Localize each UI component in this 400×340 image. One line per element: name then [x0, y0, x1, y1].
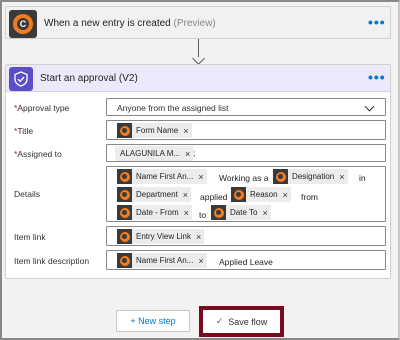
- approval-type-dropdown[interactable]: Anyone from the assigned list: [106, 98, 386, 116]
- approval-type-value: Anyone from the assigned list: [117, 103, 229, 113]
- save-flow-label: Save flow: [228, 316, 268, 327]
- assigned-to-label: *Assigned to: [14, 149, 62, 159]
- item-link-description-field[interactable]: Name First An... × Applied Leave: [106, 250, 386, 270]
- token-designation[interactable]: Designation ×: [273, 169, 348, 184]
- app-logo-icon: [211, 205, 226, 220]
- save-flow-button[interactable]: ✓ Save flow: [203, 310, 280, 333]
- approval-action-card: Start an approval (V2) ••• *Approval typ…: [5, 64, 391, 279]
- action-title: Start an approval (V2): [40, 73, 138, 84]
- item-link-label: Item link: [14, 232, 46, 242]
- app-logo-icon: [117, 229, 132, 244]
- token-reason[interactable]: Reason ×: [231, 187, 291, 202]
- assigned-to-field[interactable]: ALAGUNILA M... × ;: [106, 144, 386, 162]
- item-link-field[interactable]: Entry View Link ×: [106, 226, 386, 246]
- preview-label: (Preview): [173, 18, 216, 29]
- app-logo-icon: [231, 187, 246, 202]
- token-entry-view-link[interactable]: Entry View Link ×: [117, 229, 205, 244]
- remove-token-icon[interactable]: ×: [196, 232, 201, 242]
- remove-token-icon[interactable]: ×: [185, 149, 190, 159]
- app-logo-icon: [117, 169, 132, 184]
- token-name-first[interactable]: Name First An... ×: [117, 253, 207, 268]
- details-text: to: [199, 210, 207, 220]
- app-logo-icon: [117, 205, 132, 220]
- token-form-name[interactable]: Form Name ×: [117, 123, 192, 138]
- remove-token-icon[interactable]: ×: [339, 172, 344, 182]
- remove-token-icon[interactable]: ×: [183, 126, 188, 136]
- details-text: from: [301, 192, 318, 202]
- remove-token-icon[interactable]: ×: [184, 208, 189, 218]
- details-text: in: [359, 173, 366, 183]
- item-link-description-label: Item link description: [14, 256, 90, 266]
- remove-token-icon[interactable]: ×: [283, 190, 288, 200]
- trigger-card[interactable]: C When a new entry is created (Preview) …: [5, 6, 391, 39]
- details-field[interactable]: Name First An... × Working as a Designat…: [106, 166, 386, 222]
- title-field[interactable]: Form Name ×: [106, 120, 386, 140]
- app-logo-icon: [273, 169, 288, 184]
- app-logo-icon: [117, 253, 132, 268]
- remove-token-icon[interactable]: ×: [198, 256, 203, 266]
- app-logo-icon: C: [9, 10, 37, 38]
- chevron-down-icon[interactable]: [364, 101, 375, 112]
- title-label: *Title: [14, 126, 34, 136]
- action-header[interactable]: Start an approval (V2) •••: [6, 65, 390, 92]
- checkmark-icon: ✓: [215, 316, 224, 326]
- remove-token-icon[interactable]: ×: [198, 172, 203, 182]
- trigger-title: When a new entry is created (Preview): [44, 18, 216, 29]
- new-step-button[interactable]: + New step: [116, 310, 190, 332]
- token-assignee[interactable]: ALAGUNILA M... ×: [115, 146, 194, 161]
- trigger-more-options-icon[interactable]: •••: [368, 14, 386, 30]
- token-name-first[interactable]: Name First An... ×: [117, 169, 207, 184]
- save-flow-highlight: ✓ Save flow: [199, 306, 284, 337]
- details-text: applied: [200, 192, 228, 202]
- remove-token-icon[interactable]: ×: [262, 208, 267, 218]
- approval-icon: [9, 67, 33, 91]
- details-text: Working as a: [219, 173, 269, 183]
- details-label: Details: [14, 189, 40, 199]
- remove-token-icon[interactable]: ×: [183, 190, 188, 200]
- app-logo-icon: [117, 187, 132, 202]
- app-logo-icon: [117, 123, 132, 138]
- token-department[interactable]: Department ×: [117, 187, 192, 202]
- item-link-description-text: Applied Leave: [219, 257, 273, 267]
- action-more-options-icon[interactable]: •••: [368, 69, 386, 85]
- token-date-from[interactable]: Date - From ×: [117, 205, 192, 220]
- assignee-separator: ;: [193, 148, 196, 158]
- approval-type-label: *Approval type: [14, 103, 70, 113]
- token-date-to[interactable]: Date To ×: [211, 205, 271, 220]
